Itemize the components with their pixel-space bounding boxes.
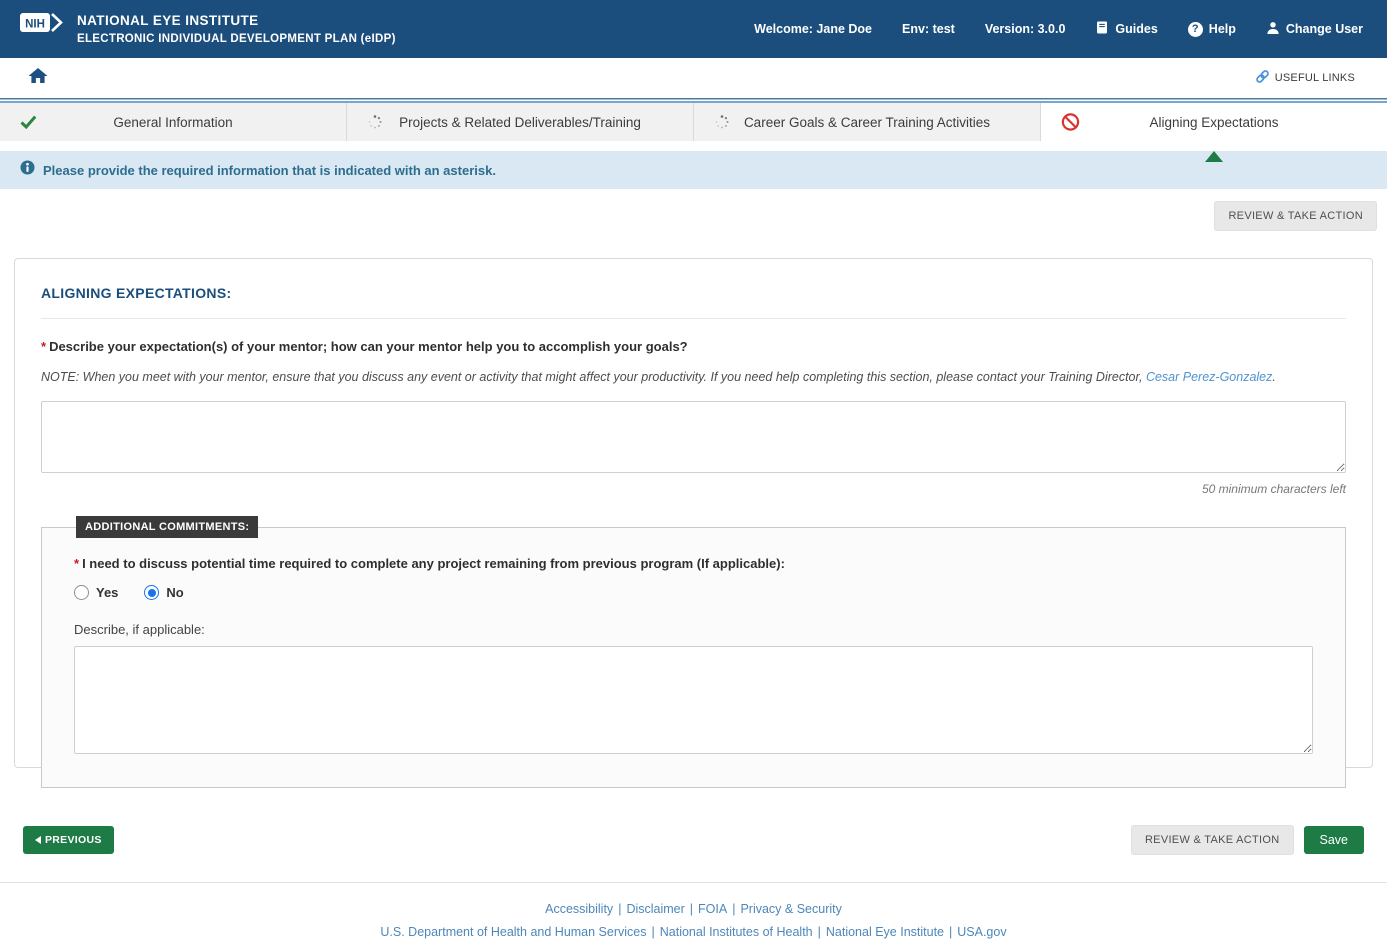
- fieldset-legend: ADDITIONAL COMMITMENTS:: [76, 516, 259, 538]
- tab-career-goals[interactable]: Career Goals & Career Training Activitie…: [694, 103, 1041, 141]
- left-triangle-icon: [35, 836, 41, 844]
- radio-label: Yes: [96, 585, 119, 600]
- radio-circle-checked[interactable]: [144, 585, 160, 600]
- book-icon: [1095, 20, 1109, 38]
- char-count-hint: 50 minimum characters left: [1201, 482, 1346, 496]
- spinner-dots-icon: [367, 114, 383, 130]
- bottom-action-bar: PREVIOUS REVIEW & TAKE ACTION Save: [0, 825, 1387, 855]
- save-button[interactable]: Save: [1303, 826, 1364, 854]
- required-asterisk: *: [74, 556, 80, 571]
- tab-general-information[interactable]: General Information: [0, 103, 347, 141]
- describe-textarea[interactable]: [74, 646, 1313, 754]
- additional-commitments-fieldset: ADDITIONAL COMMITMENTS: * I need to discu…: [41, 516, 1346, 788]
- previous-button[interactable]: PREVIOUS: [23, 826, 114, 854]
- separator: |: [732, 902, 736, 916]
- useful-links-label: USEFUL LINKS: [1274, 72, 1355, 84]
- training-director-link[interactable]: Cesar Perez-Gonzalez: [1146, 370, 1272, 384]
- info-circle-icon: [20, 160, 35, 180]
- note-text: NOTE: When you meet with your mentor, en…: [41, 370, 1146, 384]
- tab-label: Career Goals & Career Training Activitie…: [743, 114, 991, 130]
- footer-link-hhs[interactable]: U.S. Department of Health and Human Serv…: [380, 925, 646, 939]
- describe-label: Describe, if applicable:: [74, 622, 205, 637]
- nih-logo-icon: NIH: [20, 11, 69, 40]
- review-take-action-button-top[interactable]: REVIEW & TAKE ACTION: [1214, 201, 1377, 231]
- spinner-dots-icon: [714, 114, 730, 130]
- person-icon: [1266, 21, 1280, 38]
- check-icon: [20, 115, 37, 129]
- divider: [41, 318, 1346, 319]
- separator: |: [689, 902, 694, 916]
- radio-group: Yes No: [74, 585, 1313, 600]
- previous-label: PREVIOUS: [45, 834, 102, 846]
- note-suffix: .: [1272, 370, 1276, 384]
- app-title: ELECTRONIC INDIVIDUAL DEVELOPMENT PLAN (…: [77, 33, 396, 46]
- footer-link-privacy-security[interactable]: Privacy & Security: [740, 902, 841, 916]
- tab-label: Projects & Related Deliverables/Training: [399, 114, 641, 130]
- question-text: Describe your expectation(s) of your men…: [49, 339, 688, 354]
- change-user-label: Change User: [1285, 22, 1363, 36]
- radio-no[interactable]: No: [144, 585, 184, 600]
- help-link[interactable]: ? Help: [1187, 21, 1236, 37]
- footer-link-accessibility[interactable]: Accessibility: [545, 902, 613, 916]
- no-entry-icon: [1061, 113, 1080, 132]
- radio-label: No: [166, 585, 184, 600]
- useful-links-link[interactable]: USEFUL LINKS: [1255, 69, 1355, 87]
- tab-projects-deliverables[interactable]: Projects & Related Deliverables/Training: [347, 103, 694, 141]
- change-user-link[interactable]: Change User: [1266, 21, 1363, 38]
- svg-text:NIH: NIH: [25, 18, 45, 30]
- home-icon: [28, 68, 48, 83]
- environment-label: Env: test: [902, 22, 955, 36]
- tab-label: General Information: [113, 114, 233, 130]
- separator: |: [949, 925, 953, 939]
- separator: |: [651, 925, 655, 939]
- tabs-gap: [0, 141, 1387, 151]
- required-asterisk: *: [41, 339, 47, 354]
- radio-yes[interactable]: Yes: [74, 585, 118, 600]
- previous-program-question: * I need to discuss potential time requir…: [74, 556, 1313, 571]
- help-label: Help: [1208, 22, 1236, 36]
- info-alert: Please provide the required information …: [0, 151, 1387, 189]
- mentor-expectations-question: * Describe your expectation(s) of your me…: [41, 339, 1346, 354]
- section-title: ALIGNING EXPECTATIONS:: [41, 285, 232, 301]
- org-title: NATIONAL EYE INSTITUTE: [77, 12, 259, 28]
- mentor-note: NOTE: When you meet with your mentor, en…: [41, 370, 1346, 384]
- question-text: I need to discuss potential time require…: [82, 556, 785, 571]
- footer-link-nei[interactable]: National Eye Institute: [826, 925, 944, 939]
- question-circle-icon: ?: [1187, 21, 1203, 37]
- footer-links-row: Accessibility | Disclaimer | FOIA | Privacy & …: [0, 902, 1387, 916]
- brand: NIH NATIONAL EYE INSTITUTE ELECTRONIC IN…: [20, 11, 396, 47]
- separator: |: [817, 925, 821, 939]
- wizard-tabs: General Information Projects & Related D…: [0, 103, 1387, 162]
- radio-circle-unchecked[interactable]: [74, 585, 89, 600]
- tab-aligning-expectations[interactable]: Aligning Expectations: [1041, 103, 1387, 162]
- guides-label: Guides: [1115, 22, 1158, 36]
- separator: |: [618, 902, 622, 916]
- mentor-expectations-textarea[interactable]: [41, 401, 1346, 473]
- version-label: Version: 3.0.0: [984, 22, 1066, 36]
- guides-link[interactable]: Guides: [1095, 20, 1158, 38]
- footer-link-foia[interactable]: FOIA: [698, 902, 727, 916]
- home-button[interactable]: [28, 67, 48, 89]
- alert-message: Please provide the required information …: [43, 162, 496, 178]
- app-header: NIH NATIONAL EYE INSTITUTE ELECTRONIC IN…: [0, 0, 1387, 58]
- footer-link-disclaimer[interactable]: Disclaimer: [626, 902, 684, 916]
- welcome-user: Welcome: Jane Doe: [754, 22, 873, 36]
- footer-links-row: U.S. Department of Health and Human Serv…: [0, 925, 1387, 939]
- aligning-expectations-panel: ALIGNING EXPECTATIONS: * Describe your ex…: [14, 258, 1373, 788]
- footer: Accessibility | Disclaimer | FOIA | Privacy & …: [0, 883, 1387, 939]
- link-icon: [1255, 69, 1270, 87]
- footer-link-usagov[interactable]: USA.gov: [957, 925, 1006, 939]
- tab-label: Aligning Expectations: [1149, 114, 1279, 130]
- toolbar: USEFUL LINKS: [0, 58, 1387, 98]
- footer-link-nih[interactable]: National Institutes of Health: [660, 925, 813, 939]
- review-take-action-button-bottom[interactable]: REVIEW & TAKE ACTION: [1130, 825, 1294, 855]
